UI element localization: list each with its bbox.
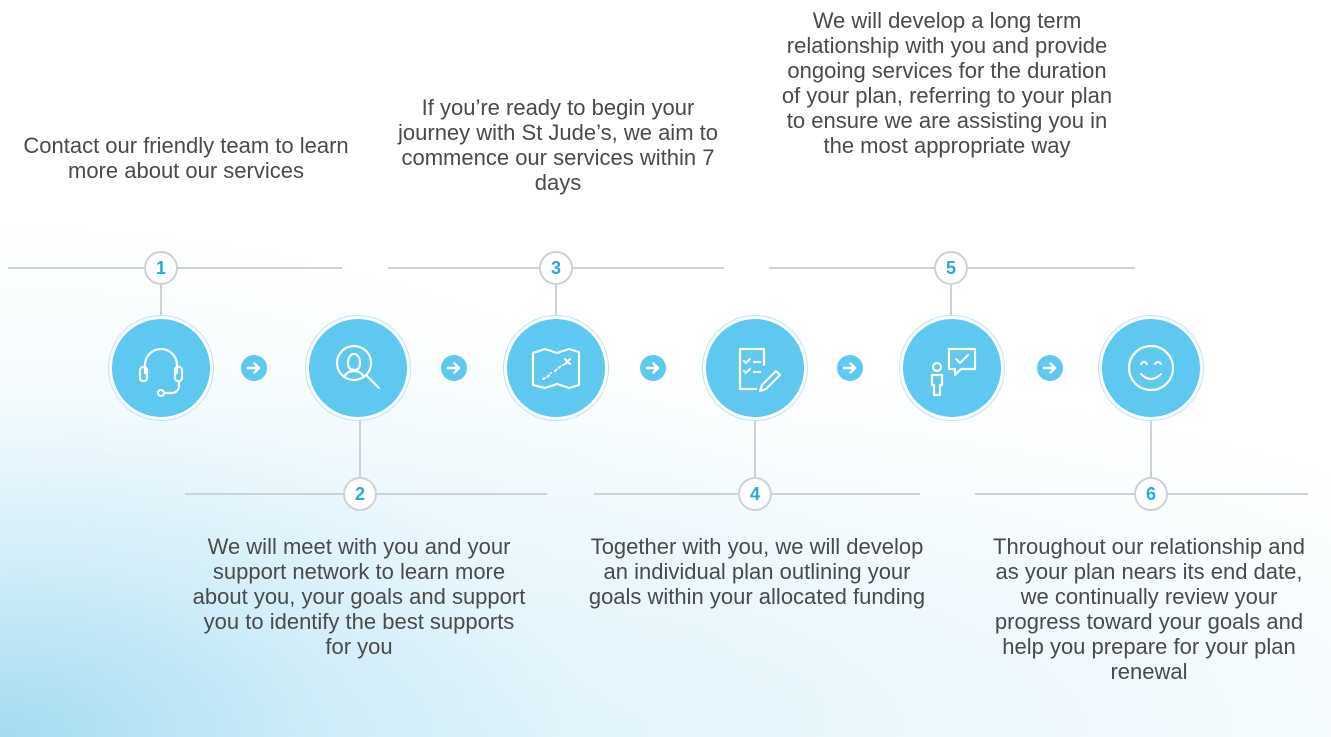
person-chat-icon	[930, 347, 977, 397]
process-diagram: Contact our friendly team to learn more …	[0, 0, 1331, 737]
arrow-right-icon	[837, 355, 863, 381]
step-3-number: 3	[539, 251, 573, 285]
step-1-text: Contact our friendly team to learn more …	[23, 133, 349, 183]
step-2-text: We will meet with you and your support n…	[192, 534, 526, 659]
step-5-stem	[950, 284, 952, 318]
plan-document-icon	[738, 347, 782, 393]
step-3-text: If you’re ready to begin your journey wi…	[398, 95, 718, 195]
step-2-number: 2	[343, 477, 377, 511]
smiley-icon	[1127, 344, 1175, 392]
step-4-stem	[754, 420, 756, 478]
step-6-text: Throughout our relationship and as your …	[993, 534, 1305, 684]
step-6-stem	[1150, 420, 1152, 478]
arrow-right-icon	[441, 355, 467, 381]
step-1-stem	[160, 284, 162, 318]
step-6-number: 6	[1134, 477, 1168, 511]
step-2-icon-circle	[306, 316, 410, 420]
step-6-icon-circle	[1099, 316, 1203, 420]
step-2-stem	[359, 420, 361, 478]
step-3-icon-circle	[504, 316, 608, 420]
step-4-text: Together with you, we will develop an in…	[588, 534, 926, 609]
step-4-icon-circle	[703, 316, 807, 420]
arrow-right-icon	[241, 355, 267, 381]
step-5-icon-circle	[900, 316, 1004, 420]
step-5-number: 5	[934, 251, 968, 285]
person-search-icon	[335, 344, 381, 390]
step-3-stem	[555, 284, 557, 318]
step-1-number: 1	[144, 251, 178, 285]
step-1-icon-circle	[109, 316, 213, 420]
step-4-number: 4	[738, 477, 772, 511]
map-icon	[531, 347, 581, 390]
headset-icon	[138, 347, 184, 398]
step-5-text: We will develop a long term relationship…	[781, 8, 1113, 158]
arrow-right-icon	[1037, 355, 1063, 381]
arrow-right-icon	[640, 355, 666, 381]
